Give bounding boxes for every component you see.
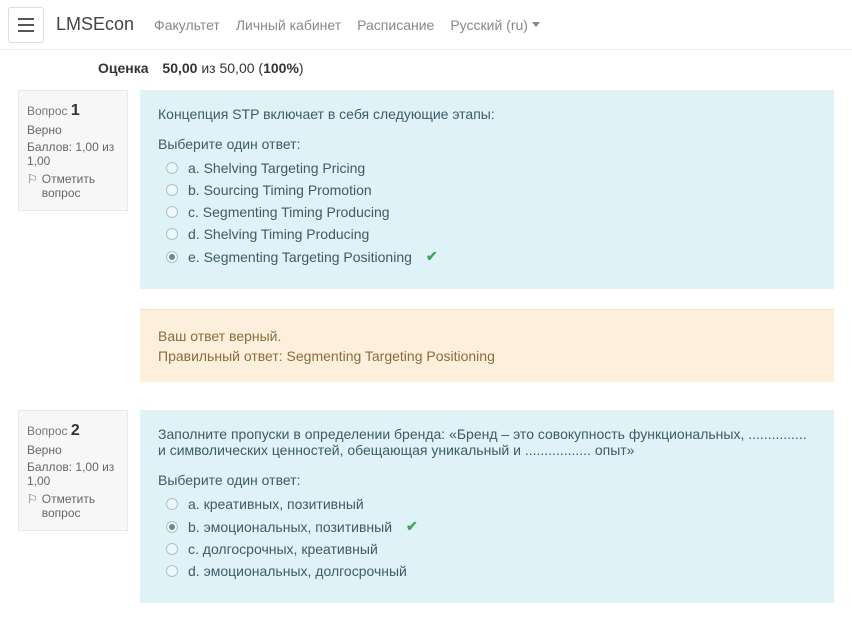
radio-icon [166, 162, 178, 174]
answer-option-c[interactable]: c. долгосрочных, креативный [166, 541, 816, 557]
answer-option-a[interactable]: a. Shelving Targeting Pricing [166, 160, 816, 176]
answer-text: c. долгосрочных, креативный [188, 541, 378, 557]
question-2: Вопрос 2 Верно Баллов: 1,00 из 1,00 ⚐ От… [0, 410, 852, 603]
radio-icon [166, 228, 178, 240]
grade-out: из 50,00 [201, 60, 254, 76]
answer-text: e. Segmenting Targeting Positioning [188, 249, 412, 265]
nav-link-faculty[interactable]: Факультет [154, 17, 220, 33]
question-feedback: Ваш ответ верный. Правильный ответ: Segm… [140, 309, 834, 382]
radio-icon [166, 184, 178, 196]
grade-score: 50,00 [162, 60, 197, 76]
flag-text: Отметить вопрос [42, 172, 119, 200]
feedback-line: Ваш ответ верный. [158, 328, 816, 344]
grade-summary: Оценка 50,00 из 50,00 (100%) [0, 50, 852, 90]
question-number: 2 [71, 422, 80, 439]
answer-text: c. Segmenting Timing Producing [188, 204, 390, 220]
check-icon: ✔ [406, 518, 418, 535]
answer-option-c[interactable]: c. Segmenting Timing Producing [166, 204, 816, 220]
question-marks: Баллов: 1,00 из 1,00 [27, 140, 119, 168]
language-label: Русский (ru) [450, 17, 528, 33]
answer-prompt: Выберите один ответ: [158, 472, 816, 488]
question-number: 1 [71, 102, 80, 119]
question-1: Вопрос 1 Верно Баллов: 1,00 из 1,00 ⚐ От… [0, 90, 852, 382]
answer-option-d[interactable]: d. Shelving Timing Producing [166, 226, 816, 242]
question-body: Концепция STP включает в себя следующие … [140, 90, 834, 382]
grade-label: Оценка [98, 60, 149, 76]
radio-icon [166, 565, 178, 577]
radio-icon [166, 498, 178, 510]
question-formulation: Концепция STP включает в себя следующие … [140, 90, 834, 289]
brand[interactable]: LMSEcon [56, 14, 134, 35]
answer-option-b[interactable]: b. эмоциональных, позитивный ✔ [166, 518, 816, 535]
question-text: Заполните пропуски в определении бренда:… [158, 426, 816, 458]
radio-icon [166, 206, 178, 218]
radio-icon [166, 251, 178, 263]
grade-pct: 100% [263, 60, 299, 76]
correct-answer-line: Правильный ответ: Segmenting Targeting P… [158, 348, 816, 364]
flag-icon: ⚐ [27, 492, 38, 506]
hamburger-icon [18, 18, 34, 32]
chevron-down-icon [532, 22, 540, 27]
question-text: Концепция STP включает в себя следующие … [158, 106, 816, 122]
answer-option-b[interactable]: b. Sourcing Timing Promotion [166, 182, 816, 198]
question-label: Вопрос [27, 424, 68, 438]
answer-text: b. Sourcing Timing Promotion [188, 182, 372, 198]
flag-question-link[interactable]: ⚐ Отметить вопрос [27, 492, 119, 520]
flag-icon: ⚐ [27, 172, 38, 186]
question-state: Верно [27, 443, 119, 457]
question-marks: Баллов: 1,00 из 1,00 [27, 460, 119, 488]
question-info: Вопрос 2 Верно Баллов: 1,00 из 1,00 ⚐ От… [18, 410, 128, 531]
answer-prompt: Выберите один ответ: [158, 136, 816, 152]
answer-text: a. креативных, позитивный [188, 496, 364, 512]
question-state: Верно [27, 123, 119, 137]
radio-icon [166, 543, 178, 555]
nav-link-schedule[interactable]: Расписание [357, 17, 434, 33]
answer-option-e[interactable]: e. Segmenting Targeting Positioning ✔ [166, 248, 816, 265]
radio-icon [166, 521, 178, 533]
navbar: LMSEcon Факультет Личный кабинет Расписа… [0, 0, 852, 50]
question-formulation: Заполните пропуски в определении бренда:… [140, 410, 834, 603]
question-label: Вопрос [27, 104, 68, 118]
answer-option-d[interactable]: d. эмоциональных, долгосрочный [166, 563, 816, 579]
answer-option-a[interactable]: a. креативных, позитивный [166, 496, 816, 512]
answer-text: d. Shelving Timing Producing [188, 226, 369, 242]
nav-link-cabinet[interactable]: Личный кабинет [236, 17, 341, 33]
question-body: Заполните пропуски в определении бренда:… [140, 410, 834, 603]
flag-question-link[interactable]: ⚐ Отметить вопрос [27, 172, 119, 200]
flag-text: Отметить вопрос [42, 492, 119, 520]
answer-text: d. эмоциональных, долгосрочный [188, 563, 407, 579]
answer-text: a. Shelving Targeting Pricing [188, 160, 365, 176]
menu-toggle-button[interactable] [8, 7, 44, 43]
answer-text: b. эмоциональных, позитивный [188, 519, 392, 535]
check-icon: ✔ [426, 248, 438, 265]
question-info: Вопрос 1 Верно Баллов: 1,00 из 1,00 ⚐ От… [18, 90, 128, 211]
language-dropdown[interactable]: Русский (ru) [450, 17, 540, 33]
